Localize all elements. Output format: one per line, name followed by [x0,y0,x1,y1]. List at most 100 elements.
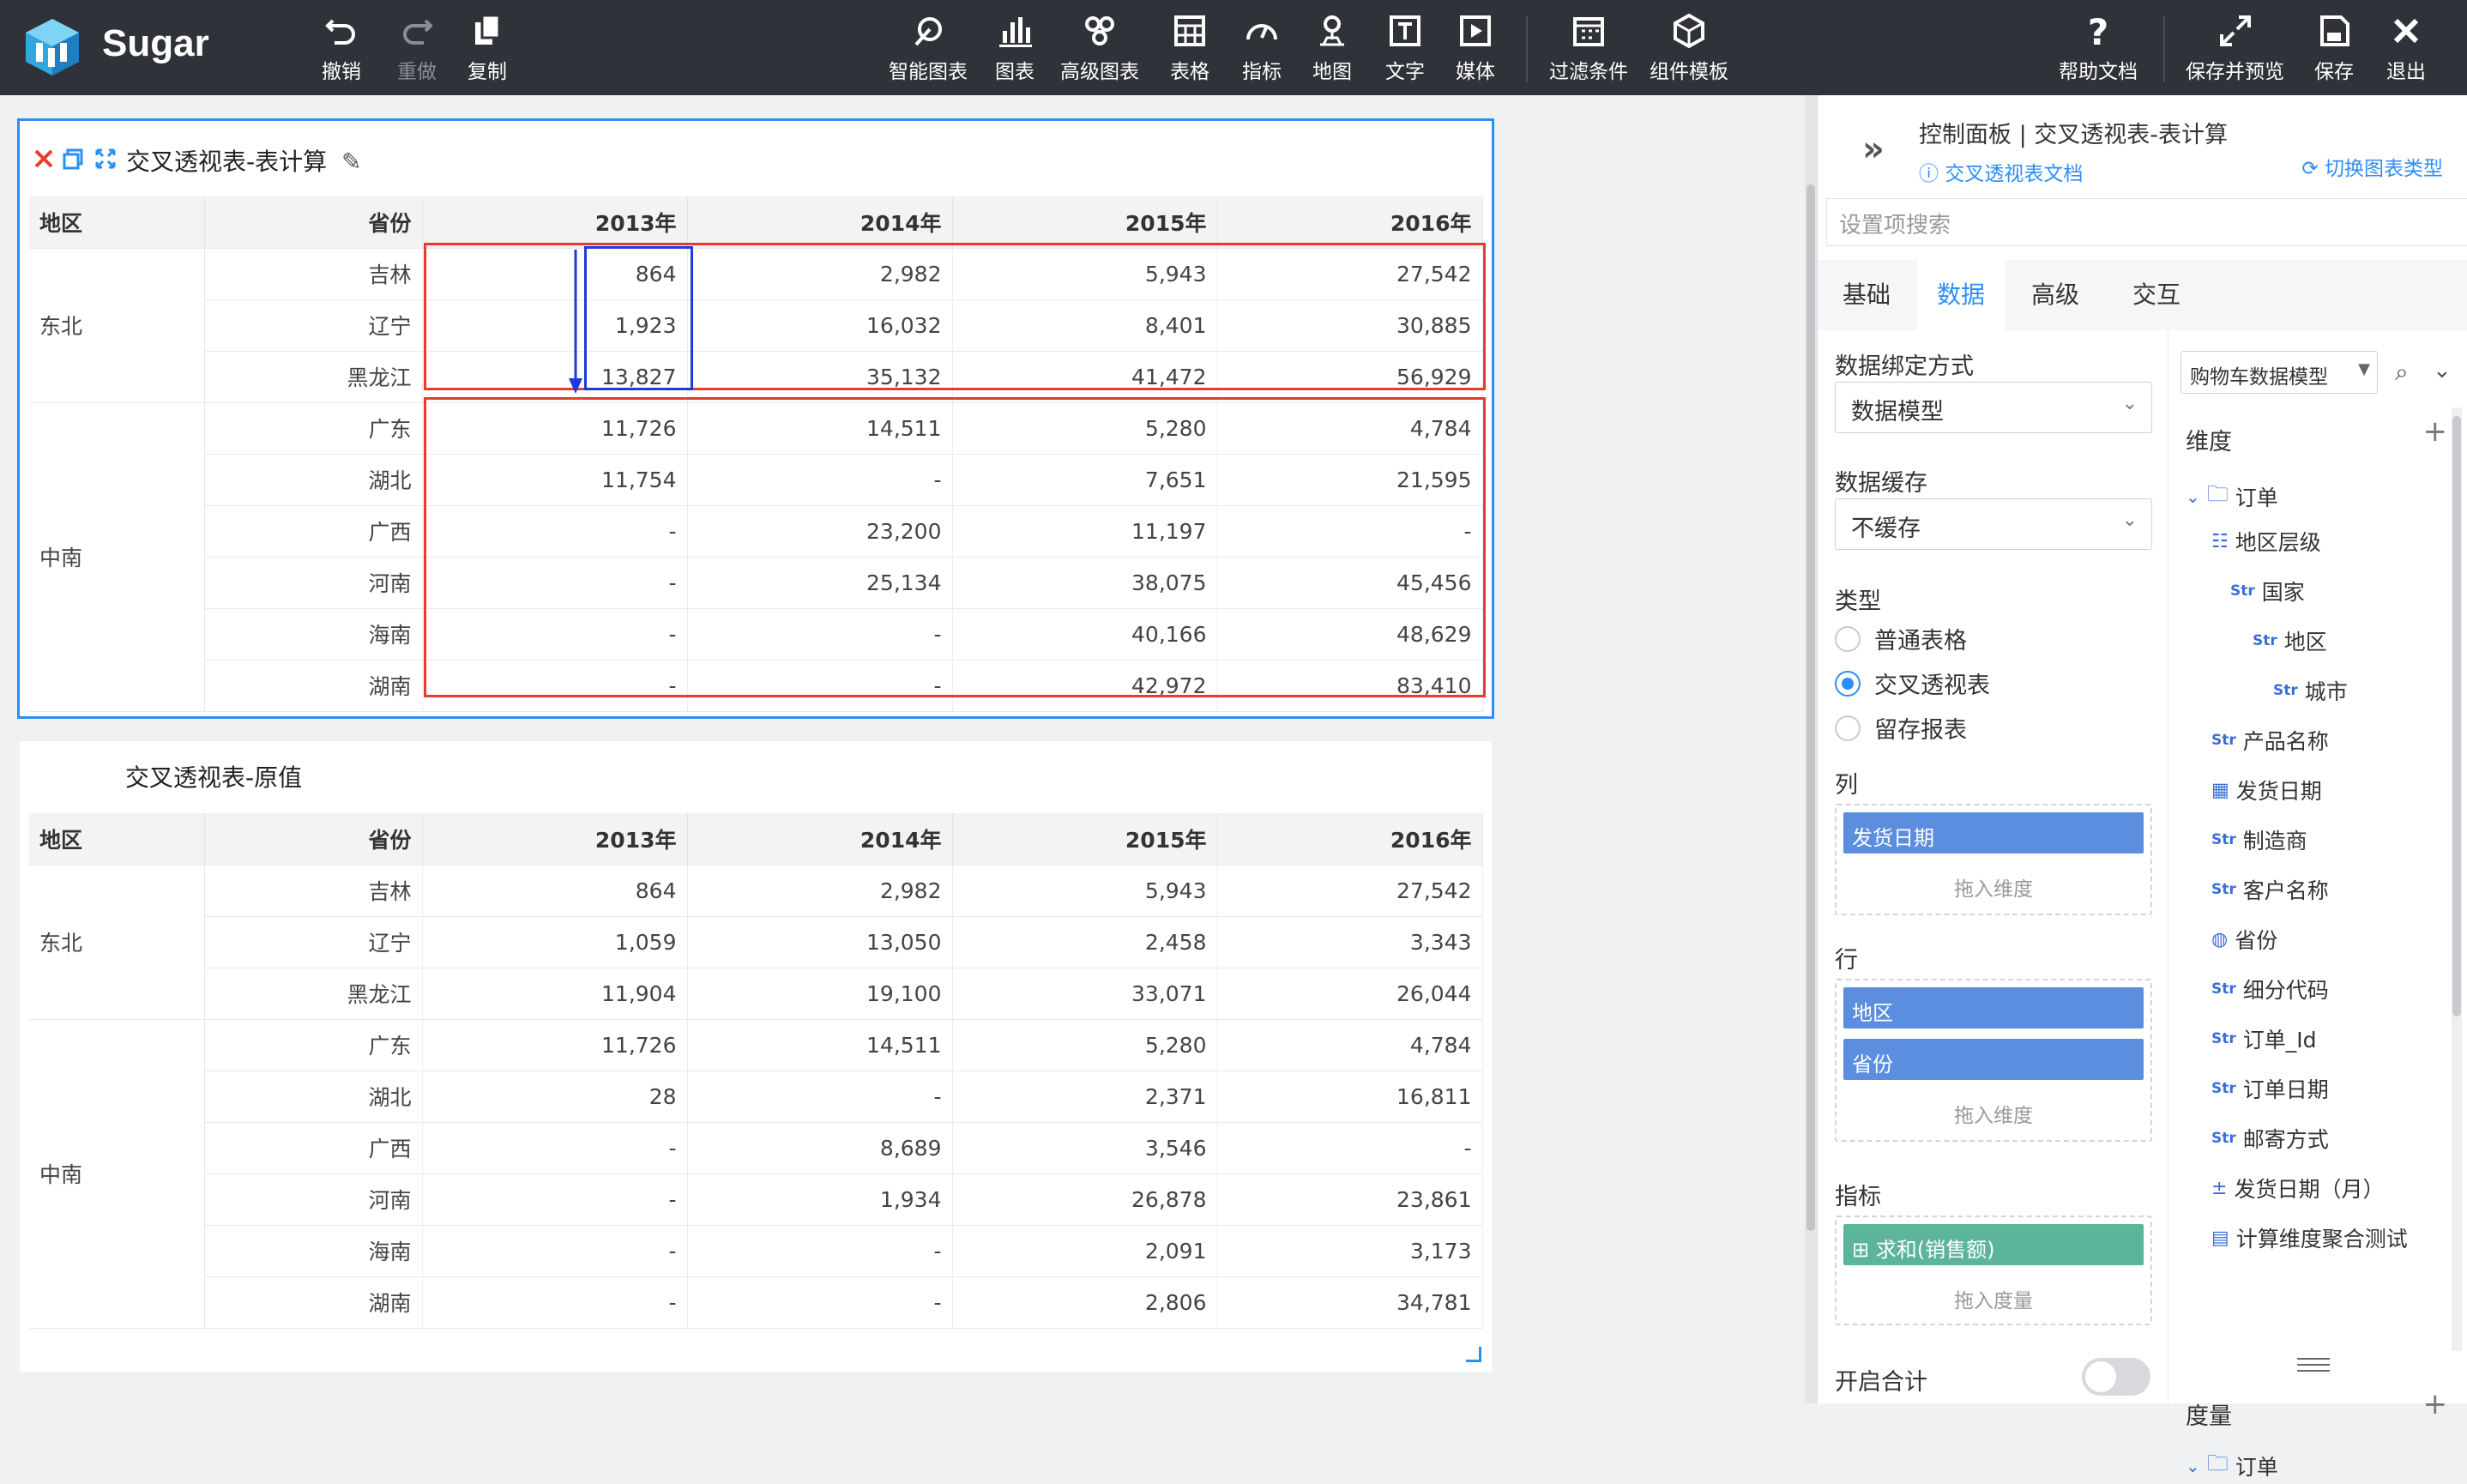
value-cell: - [422,660,688,712]
binding-select[interactable]: 数据模型 ⌄ [1835,382,2152,433]
column-header[interactable]: 省份 [204,196,423,249]
add-dimension-icon[interactable]: + [2423,414,2448,449]
province-cell: 河南 [204,1173,423,1226]
duplicate-icon[interactable] [61,147,85,171]
value-cell: 8,401 [952,299,1218,352]
media-button[interactable]: 媒体 [1456,12,1495,86]
value-cell: - [687,1225,953,1277]
column-header[interactable]: 2015年 [952,813,1218,866]
data-model-select[interactable]: 购物车数据模型 ▼ [2180,351,2378,394]
help-button[interactable]: ? 帮助文档 [2059,12,2138,86]
text-button[interactable]: 文字 [1385,12,1425,86]
field-item[interactable]: ☷ 地区层级 [2211,526,2321,557]
advanced-chart-button[interactable]: 高级图表 [1060,12,1139,86]
pivot-widget-raw-values[interactable]: 交叉透视表-原值 地区 省份 2013年 2014年 2015年 2016年 东北 吉林 864… [20,741,1492,1372]
add-measure-icon[interactable]: + [2423,1387,2448,1421]
pivot-widget-table-calc[interactable]: 交叉透视表-表计算 ✎ 地区 省份 2013年 2014年 2015年 2016年 东北 吉林… [17,118,1494,719]
canvas-scrollbar[interactable] [1807,184,1815,1231]
switch-chart-type-link[interactable]: ⟳ 切换图表类型 [2301,152,2443,181]
measures-dropzone[interactable]: ⊞ 求和(销售额) 拖入度量 [1835,1216,2152,1325]
field-item[interactable]: Str 国家 [2230,576,2305,606]
save-button[interactable]: 保存 [2314,12,2354,86]
save-preview-button[interactable]: 保存并预览 [2186,12,2284,86]
measures-folder-orders[interactable]: ⌄ 🗀 订单 [2186,1447,2278,1484]
field-item[interactable]: Str 订单日期 [2211,1073,2329,1104]
row-chip[interactable]: 地区 [1843,987,2144,1029]
value-cell: - [422,505,688,558]
field-item[interactable]: ▤ 计算维度聚合测试 [2211,1222,2408,1253]
column-header[interactable]: 2014年 [687,196,953,249]
value-cell: 2,982 [687,248,953,300]
filter-button[interactable]: 过滤条件 [1549,12,1628,86]
redo-button[interactable]: 重做 [397,12,437,86]
undo-icon [325,19,355,45]
smart-chart-button[interactable]: 智能图表 [889,12,968,86]
tab-data[interactable]: 数据 [1917,260,2005,330]
field-item[interactable]: ▦ 发货日期 [2211,775,2322,805]
column-header[interactable]: 2016年 [1217,196,1483,249]
value-cell: 5,280 [952,402,1218,455]
field-item[interactable]: Str 产品名称 [2211,725,2329,756]
fullscreen-icon[interactable] [93,147,118,171]
doc-link[interactable]: ⓘ 交叉透视表文档 [1919,157,2083,186]
measure-chip[interactable]: ⊞ 求和(销售额) [1843,1224,2144,1265]
field-item[interactable]: Str 邮寄方式 [2211,1123,2329,1154]
radio-normal-table[interactable]: 普通表格 [1835,622,1967,655]
resize-handle[interactable] [1466,1347,1481,1362]
edit-pencil-icon[interactable]: ✎ [341,148,361,176]
field-item[interactable]: Str 客户名称 [2211,874,2329,905]
cache-select[interactable]: 不缓存 ⌄ [1835,498,2152,550]
column-header[interactable]: 2015年 [952,196,1218,249]
settings-search-input[interactable]: 设置项搜索 [1826,198,2467,246]
row-chip[interactable]: 省份 [1843,1039,2144,1080]
column-header[interactable]: 2013年 [422,196,688,249]
column-header[interactable]: 2016年 [1217,813,1483,866]
field-item[interactable]: Str 制造商 [2211,824,2307,855]
column-header[interactable]: 省份 [204,813,423,866]
delete-icon[interactable] [32,147,56,171]
splitter-handle-icon[interactable] [2297,1358,2330,1372]
exit-button[interactable]: 退出 [2386,12,2426,86]
column-header[interactable]: 2013年 [422,813,688,866]
value-cell: - [1217,505,1483,558]
fields-scrollbar[interactable] [2452,416,2461,1016]
column-chip[interactable]: 发货日期 [1843,812,2144,854]
close-icon [2393,18,2419,44]
map-button[interactable]: 地图 [1312,12,1352,86]
folder-orders[interactable]: ⌄ 🗀 订单 [2186,478,2278,515]
tab-basic[interactable]: 基础 [1825,260,1909,330]
field-item[interactable]: Str 订单_Id [2211,1023,2317,1054]
collapse-panel-icon[interactable]: » [1862,130,1885,169]
copy-button[interactable]: 复制 [467,12,507,86]
columns-label: 列 [1835,772,1858,799]
column-header[interactable]: 地区 [29,813,205,866]
tab-advanced[interactable]: 高级 [2013,260,2097,330]
pivot-table: 地区 省份 2013年 2014年 2015年 2016年 东北 吉林 864 2,982 5,94… [29,196,1483,712]
field-item[interactable]: ◍ 省份 [2211,924,2277,955]
column-header[interactable]: 2014年 [687,813,953,866]
column-header[interactable]: 地区 [29,196,205,249]
field-item[interactable]: Str 地区 [2253,625,2327,656]
media-play-icon [1460,15,1491,46]
indicator-button[interactable]: 指标 [1242,12,1282,86]
radio-retention-report[interactable]: 留存报表 [1835,711,1967,745]
search-icon[interactable]: ⌕ [2395,358,2409,387]
component-template-button[interactable]: 组件模板 [1650,12,1728,86]
rows-dropzone[interactable]: 地区 省份 拖入维度 [1835,979,2152,1142]
field-item[interactable]: Str 细分代码 [2211,974,2329,1004]
chevron-down-icon[interactable]: ⌄ [2433,358,2452,383]
undo-button[interactable]: 撤销 [322,12,361,86]
tab-interaction[interactable]: 交互 [2114,260,2199,330]
field-item[interactable]: Str 城市 [2273,675,2348,706]
radio-pivot-table[interactable]: 交叉透视表 [1835,667,1990,700]
total-toggle[interactable] [2082,1358,2150,1396]
measures-label: 指标 [1835,1184,1881,1210]
table-button[interactable]: 表格 [1170,12,1209,86]
value-cell: 2,371 [952,1071,1218,1123]
map-pin-icon [1320,15,1344,46]
columns-dropzone[interactable]: 发货日期 拖入维度 [1835,804,2152,915]
rows-label: 行 [1835,947,1858,974]
field-item[interactable]: ± 发货日期（月） [2211,1173,2384,1203]
chart-button[interactable]: 图表 [995,12,1034,86]
province-cell: 广西 [204,505,423,558]
